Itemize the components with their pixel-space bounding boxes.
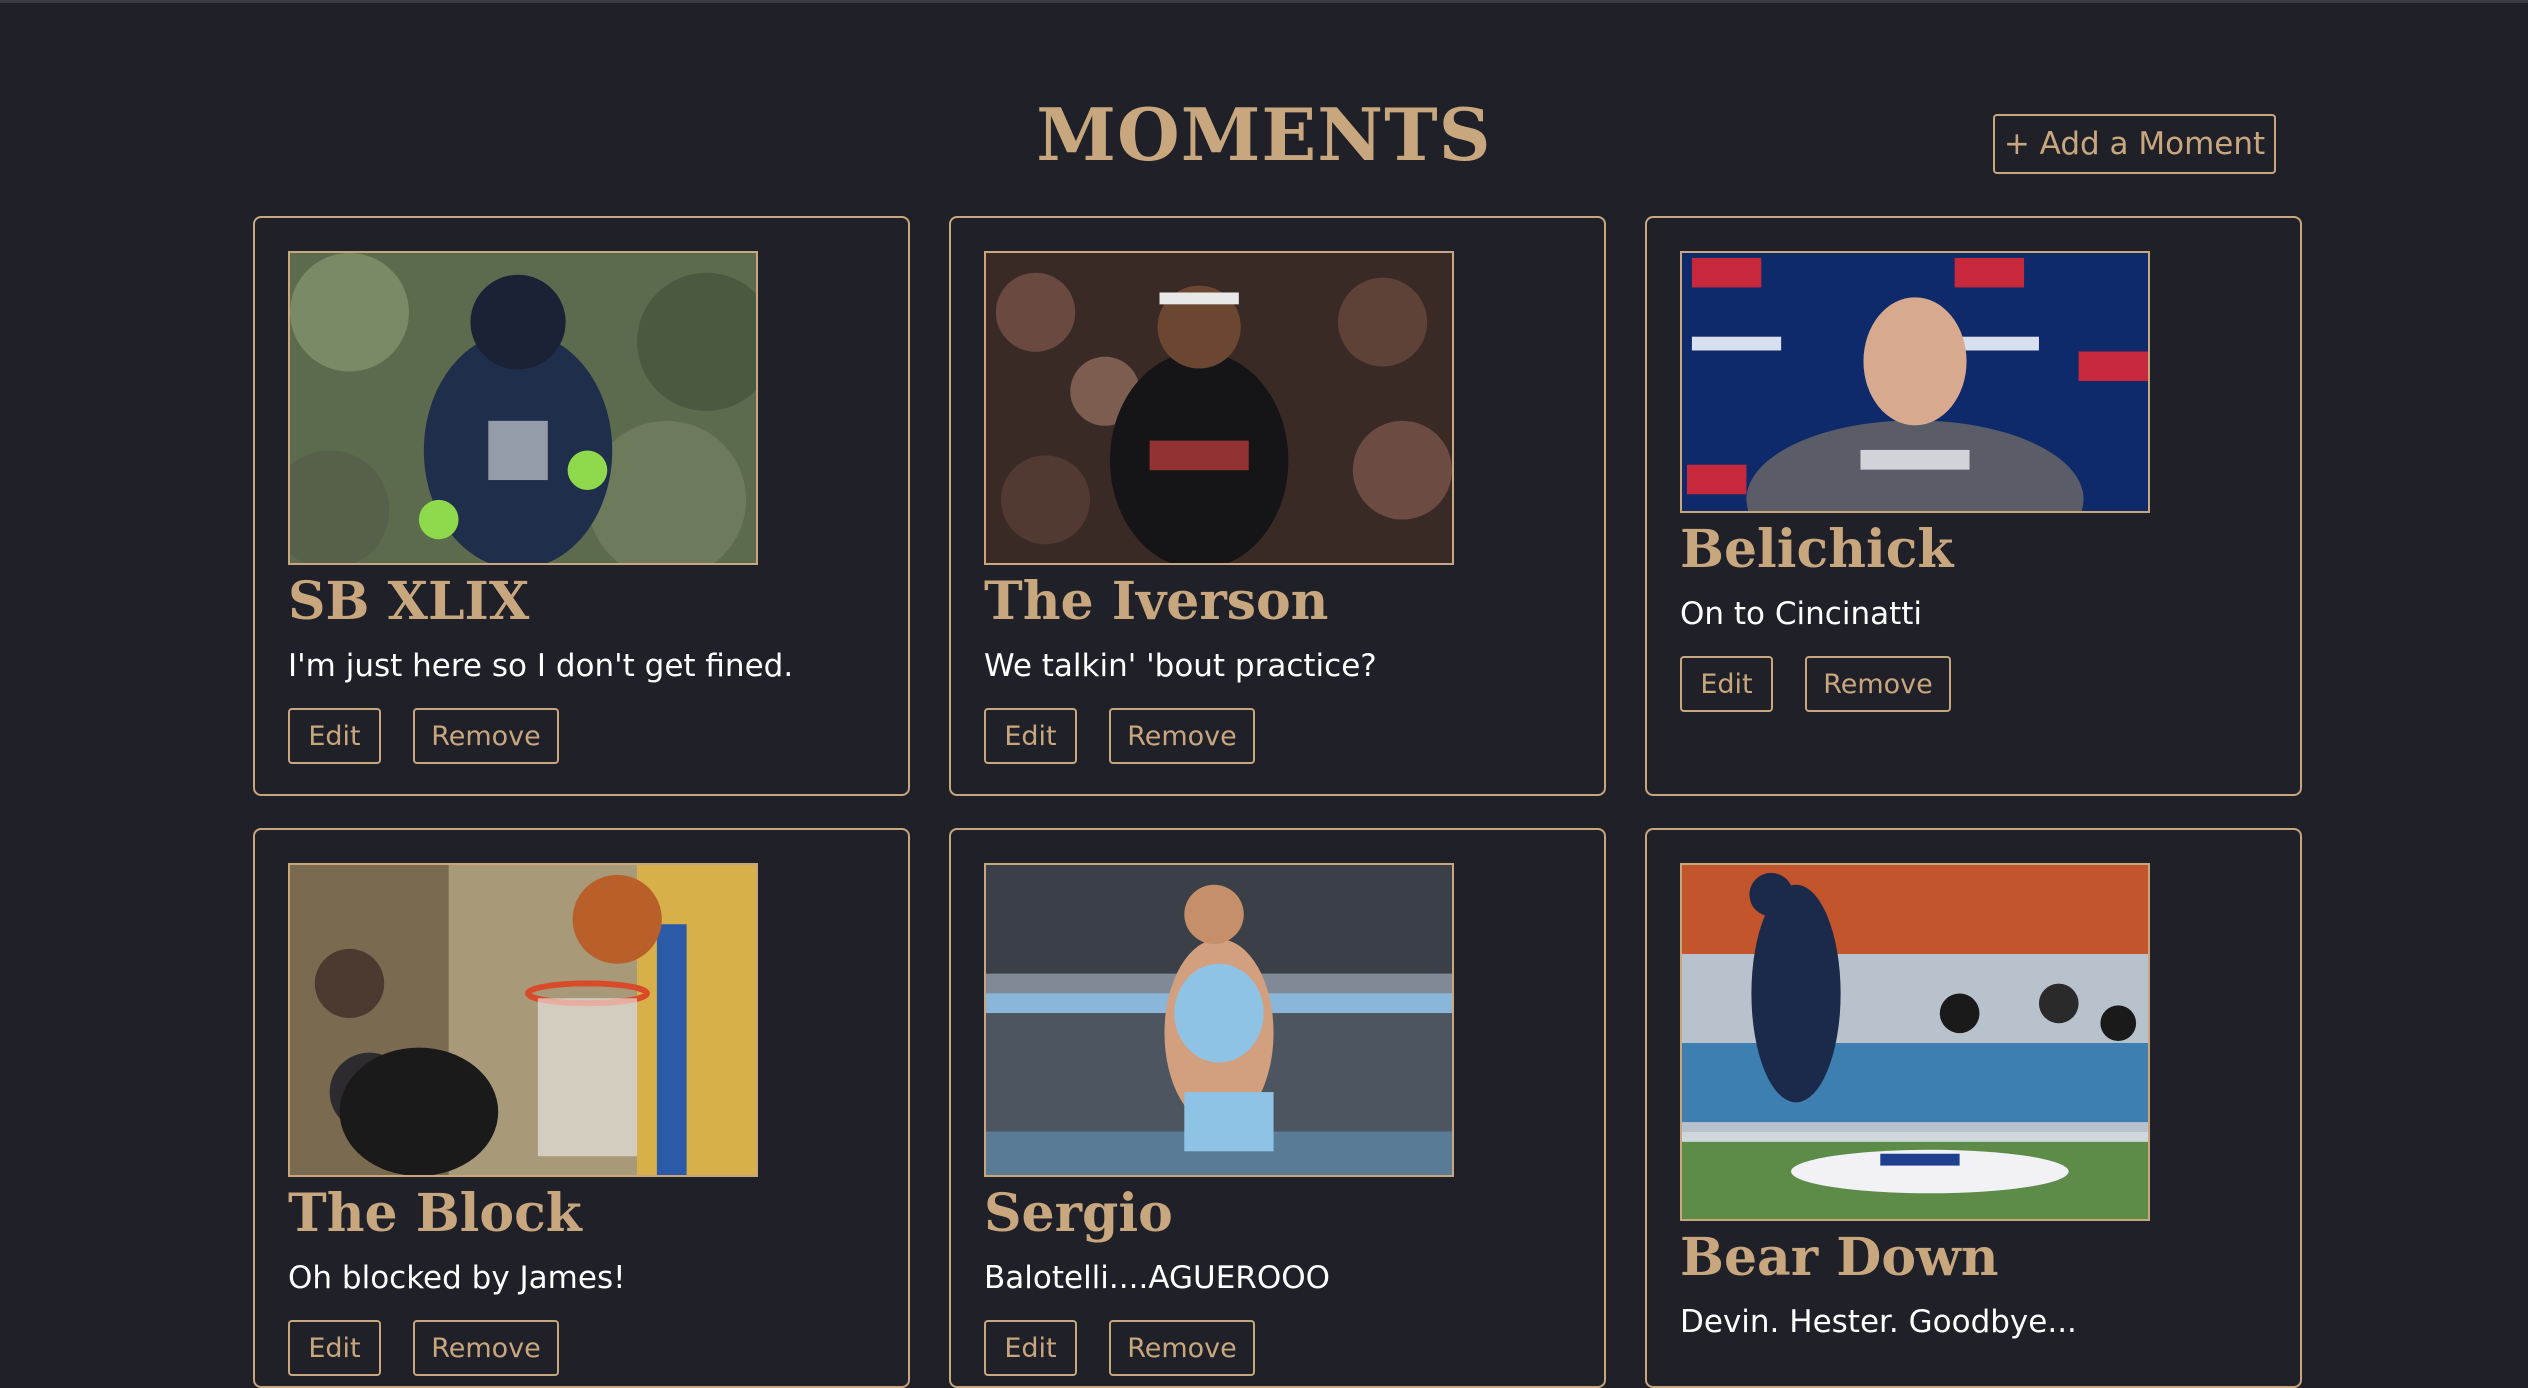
moment-card: Belichick On to Cincinatti Edit Remove [1645,216,2302,796]
remove-button[interactable]: Remove [1109,708,1255,764]
moment-description: We talkin' 'bout practice? [984,648,1377,684]
edit-button[interactable]: Edit [1680,656,1773,712]
moment-image [1680,863,2150,1221]
moment-image [984,863,1454,1177]
remove-button[interactable]: Remove [1109,1320,1255,1376]
edit-button[interactable]: Edit [288,1320,381,1376]
edit-button[interactable]: Edit [288,708,381,764]
moment-card: The Block Oh blocked by James! Edit Remo… [253,828,910,1388]
moment-image [1680,251,2150,513]
moment-title: The Iverson [984,571,1329,632]
moment-image [984,251,1454,565]
remove-button[interactable]: Remove [1805,656,1951,712]
moment-image [288,863,758,1177]
moment-description: Balotelli....AGUEROOO [984,1260,1331,1296]
moment-description: Oh blocked by James! [288,1260,626,1296]
moment-title: The Block [288,1183,582,1244]
moment-card: The Iverson We talkin' 'bout practice? E… [949,216,1606,796]
edit-button[interactable]: Edit [984,1320,1077,1376]
moment-title: Sergio [984,1183,1173,1244]
moment-title: SB XLIX [288,571,530,632]
remove-button[interactable]: Remove [413,1320,559,1376]
top-border [0,0,2528,3]
edit-button[interactable]: Edit [984,708,1077,764]
moment-title: Belichick [1680,519,1954,580]
moment-card: Sergio Balotelli....AGUEROOO Edit Remove [949,828,1606,1388]
moment-image [288,251,758,565]
moment-title: Bear Down [1680,1227,1999,1288]
moment-description: Devin. Hester. Goodbye... [1680,1304,2077,1340]
add-moment-button[interactable]: + Add a Moment [1993,114,2276,174]
moment-description: I'm just here so I don't get fined. [288,648,794,684]
moment-card: Bear Down Devin. Hester. Goodbye... [1645,828,2302,1388]
moment-description: On to Cincinatti [1680,596,1923,632]
moment-card: SB XLIX I'm just here so I don't get fin… [253,216,910,796]
remove-button[interactable]: Remove [413,708,559,764]
